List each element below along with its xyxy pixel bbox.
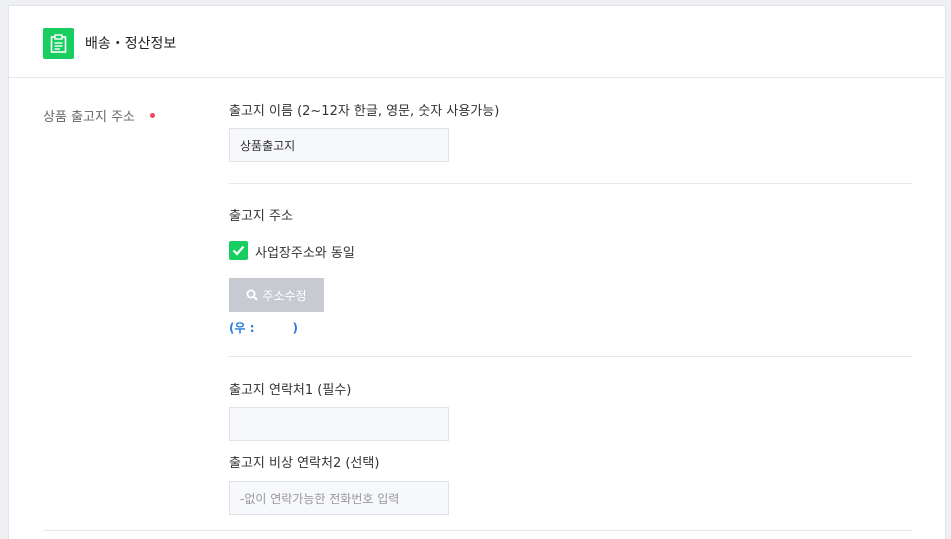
warehouse-name-input[interactable]: 상품출고지 bbox=[229, 128, 449, 162]
panel-header: 배송・정산정보 bbox=[9, 6, 945, 78]
postal-prefix: (우 : bbox=[229, 321, 255, 335]
contact2-label: 출고지 비상 연락처2 (선택) bbox=[229, 456, 380, 471]
contact1-input[interactable] bbox=[229, 407, 449, 441]
shipping-settlement-panel: 배송・정산정보 상품 출고지 주소 출고지 이름 (2~12자 한글, 영문, … bbox=[8, 5, 946, 539]
page-title: 배송・정산정보 bbox=[85, 36, 177, 52]
edit-address-button[interactable]: 주소수정 bbox=[229, 278, 324, 312]
same-as-business-checkbox[interactable] bbox=[229, 241, 248, 260]
warehouse-address-label: 출고지 주소 bbox=[229, 209, 293, 224]
warehouse-name-label: 출고지 이름 (2~12자 한글, 영문, 숫자 사용가능) bbox=[229, 104, 500, 119]
contact1-label: 출고지 연락처1 (필수) bbox=[229, 383, 352, 398]
edit-address-label: 주소수정 bbox=[262, 288, 307, 303]
search-icon bbox=[246, 289, 259, 301]
clipboard-icon bbox=[43, 28, 74, 59]
contact2-input[interactable]: -없이 연락가능한 전화번호 입력 bbox=[229, 481, 449, 515]
same-as-business-label[interactable]: 사업장주소와 동일 bbox=[255, 242, 355, 261]
required-indicator bbox=[150, 113, 155, 118]
divider bbox=[229, 183, 912, 184]
divider bbox=[43, 530, 912, 531]
postal-suffix: ) bbox=[292, 321, 298, 335]
postal-code-text: (우 :) bbox=[229, 319, 298, 336]
section-label: 상품 출고지 주소 bbox=[43, 110, 135, 125]
divider bbox=[229, 356, 912, 357]
